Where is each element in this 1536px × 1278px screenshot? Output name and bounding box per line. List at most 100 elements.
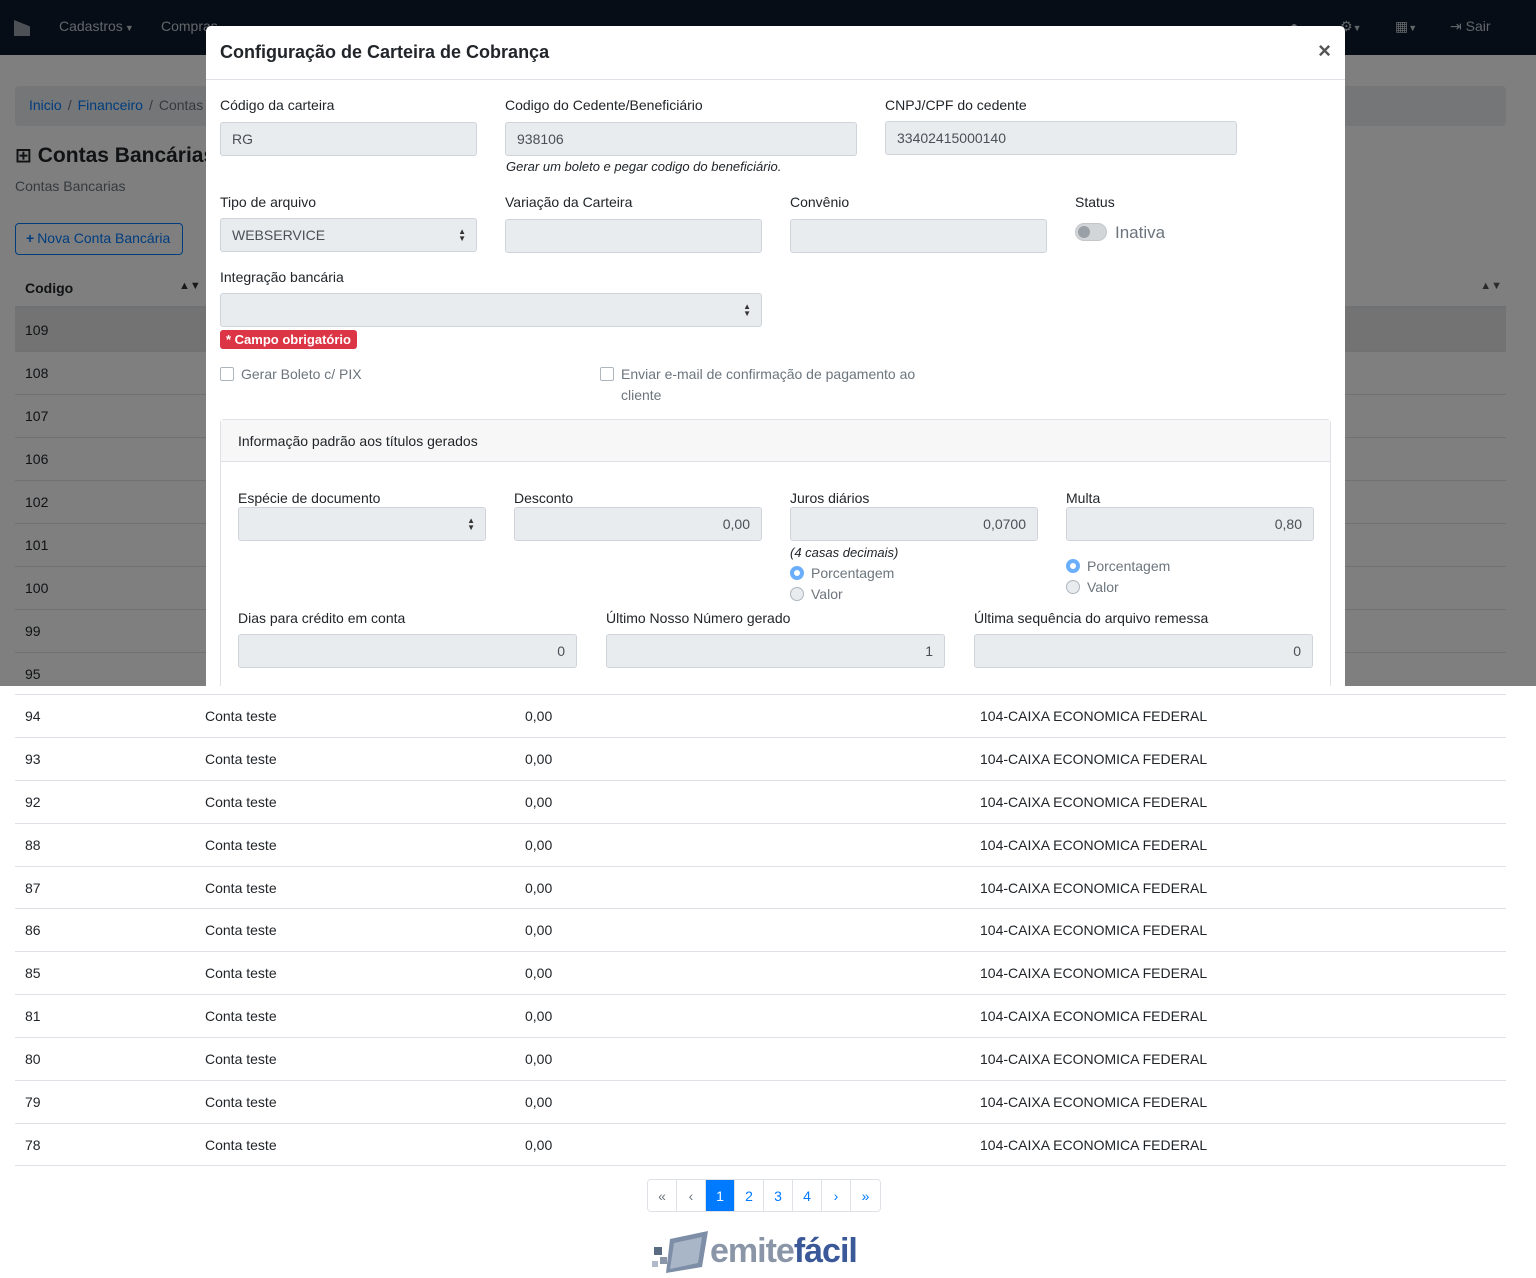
page-first-button[interactable]: « (648, 1180, 677, 1211)
row-bank: 104-CAIXA ECONOMICA FEDERAL (980, 793, 1208, 810)
row-code: 86 (25, 922, 41, 939)
page-4-button[interactable]: 4 (793, 1180, 822, 1211)
email-checkbox[interactable] (600, 367, 614, 381)
convenio-label: Convênio (790, 194, 850, 210)
required-badge: * Campo obrigatório (220, 330, 357, 349)
carteira-modal: Configuração de Carteira de Cobrança × C… (206, 26, 1345, 686)
email-label-line2: cliente (621, 387, 662, 403)
desconto-input[interactable]: 0,00 (514, 507, 762, 541)
nosso-numero-input[interactable]: 1 (606, 634, 945, 668)
row-bank: 104-CAIXA ECONOMICA FEDERAL (980, 1136, 1208, 1153)
table-row[interactable]: 94 Conta teste 0,00 104-CAIXA ECONOMICA FED… (15, 694, 1506, 737)
cedente-label: Codigo do Cedente/Beneficiário (505, 97, 703, 113)
dias-credito-input[interactable]: 0 (238, 634, 577, 668)
cnpj-label: CNPJ/CPF do cedente (885, 97, 1027, 113)
juros-valor-radio[interactable] (790, 587, 804, 601)
tipo-arquivo-label: Tipo de arquivo (220, 194, 316, 210)
modal-header: Configuração de Carteira de Cobrança × (206, 26, 1345, 80)
multa-valor-label: Valor (1087, 579, 1119, 595)
select-arrows-icon: ▲ ▼ (467, 516, 475, 532)
table-row[interactable]: 85 Conta teste 0,00 104-CAIXA ECONOMICA FED… (15, 951, 1506, 994)
juros-valor-label: Valor (811, 586, 843, 602)
card-title: Informação padrão aos títulos gerados (221, 420, 1330, 462)
row-code: 93 (25, 750, 41, 767)
page-last-button[interactable]: » (851, 1180, 880, 1211)
table-row[interactable]: 92 Conta teste 0,00 104-CAIXA ECONOMICA FED… (15, 779, 1506, 823)
juros-input[interactable]: 0,0700 (790, 507, 1038, 541)
multa-input[interactable]: 0,80 (1066, 507, 1314, 541)
row-name: Conta teste (205, 1008, 277, 1025)
row-balance: 0,00 (525, 1094, 553, 1111)
pix-checkbox[interactable] (220, 367, 234, 381)
table-row[interactable]: 93 Conta teste 0,00 104-CAIXA ECONOMICA FED… (15, 736, 1506, 780)
status-value: Inativa (1115, 223, 1166, 242)
emitefacil-logo: emitefácil (652, 1226, 858, 1276)
variacao-input[interactable] (505, 219, 762, 253)
row-balance: 0,00 (525, 879, 553, 896)
multa-valor-radio[interactable] (1066, 580, 1080, 594)
row-balance: 0,00 (525, 1008, 553, 1025)
row-bank: 104-CAIXA ECONOMICA FEDERAL (980, 836, 1208, 853)
table-row[interactable]: 78 Conta teste 0,00 104-CAIXA ECONOMICA FED… (15, 1122, 1506, 1166)
convenio-input[interactable] (790, 219, 1047, 253)
table-row[interactable]: 88 Conta teste 0,00 104-CAIXA ECONOMICA FED… (15, 822, 1506, 866)
row-code: 80 (25, 1051, 41, 1068)
table-row[interactable]: 79 Conta teste 0,00 104-CAIXA ECONOMICA FED… (15, 1080, 1506, 1123)
toggle-knob (1078, 226, 1090, 238)
juros-label: Juros diários (790, 490, 870, 506)
multa-label: Multa (1066, 490, 1101, 506)
status-toggle[interactable] (1075, 223, 1107, 241)
modal-title: Configuração de Carteira de Cobrança (220, 42, 550, 62)
table-row[interactable]: 80 Conta teste 0,00 104-CAIXA ECONOMICA FED… (15, 1037, 1506, 1080)
row-bank: 104-CAIXA ECONOMICA FEDERAL (980, 708, 1208, 724)
cnpj-input[interactable]: 33402415000140 (885, 121, 1237, 155)
row-name: Conta teste (205, 922, 277, 939)
default-info-card: Informação padrão aos títulos gerados Es… (220, 419, 1331, 686)
juros-percent-label: Porcentagem (811, 565, 895, 581)
row-name: Conta teste (205, 1094, 277, 1111)
row-name: Conta teste (205, 708, 277, 724)
page-3-button[interactable]: 3 (764, 1180, 793, 1211)
row-name: Conta teste (205, 1051, 277, 1068)
carteira-label: Código da carteira (220, 97, 335, 113)
especie-select[interactable]: ▲ ▼ (238, 507, 486, 541)
email-label: Enviar e-mail de confirmação de pagament… (621, 366, 916, 382)
page-2-button[interactable]: 2 (735, 1180, 764, 1211)
logo-text: emitefácil (710, 1231, 858, 1270)
close-icon[interactable]: × (1318, 38, 1331, 64)
row-code: 94 (25, 708, 41, 724)
row-bank: 104-CAIXA ECONOMICA FEDERAL (980, 1094, 1208, 1111)
row-code: 79 (25, 1094, 41, 1111)
table-row[interactable]: 87 Conta teste 0,00 104-CAIXA ECONOMICA FED… (15, 865, 1506, 909)
multa-percent-label: Porcentagem (1087, 558, 1171, 574)
integracao-select[interactable]: ▲ ▼ (220, 293, 762, 327)
juros-help: (4 casas decimais) (790, 545, 899, 560)
row-bank: 104-CAIXA ECONOMICA FEDERAL (980, 879, 1208, 896)
sequencia-remessa-label: Última sequência do arquivo remessa (974, 610, 1209, 626)
table-row[interactable]: 81 Conta teste 0,00 104-CAIXA ECONOMICA FED… (15, 994, 1506, 1037)
juros-percent-radio[interactable] (790, 566, 804, 580)
cedente-input[interactable]: 938106 (505, 122, 857, 156)
row-name: Conta teste (205, 965, 277, 982)
desconto-label: Desconto (514, 490, 574, 506)
row-bank: 104-CAIXA ECONOMICA FEDERAL (980, 922, 1208, 939)
row-balance: 0,00 (525, 922, 553, 939)
row-name: Conta teste (205, 1136, 277, 1153)
row-code: 92 (25, 793, 41, 810)
variacao-label: Variação da Carteira (505, 194, 633, 210)
row-code: 87 (25, 879, 41, 896)
page-prev-button[interactable]: ‹ (677, 1180, 706, 1211)
row-balance: 0,00 (525, 1051, 553, 1068)
tipo-arquivo-select[interactable]: WEBSERVICE ▲ ▼ (220, 218, 477, 252)
page-1-button[interactable]: 1 (706, 1180, 735, 1211)
multa-percent-radio[interactable] (1066, 559, 1080, 573)
table-row[interactable]: 86 Conta teste 0,00 104-CAIXA ECONOMICA FED… (15, 908, 1506, 951)
row-code: 78 (25, 1136, 41, 1153)
sequencia-remessa-input[interactable]: 0 (974, 634, 1313, 668)
table-body: 94 Conta teste 0,00 104-CAIXA ECONOMICA FED… (15, 694, 1506, 1166)
row-name: Conta teste (205, 836, 277, 853)
carteira-input[interactable]: RG (220, 122, 477, 156)
row-name: Conta teste (205, 793, 277, 810)
select-arrows-icon: ▲ ▼ (458, 227, 466, 243)
page-next-button[interactable]: › (822, 1180, 851, 1211)
